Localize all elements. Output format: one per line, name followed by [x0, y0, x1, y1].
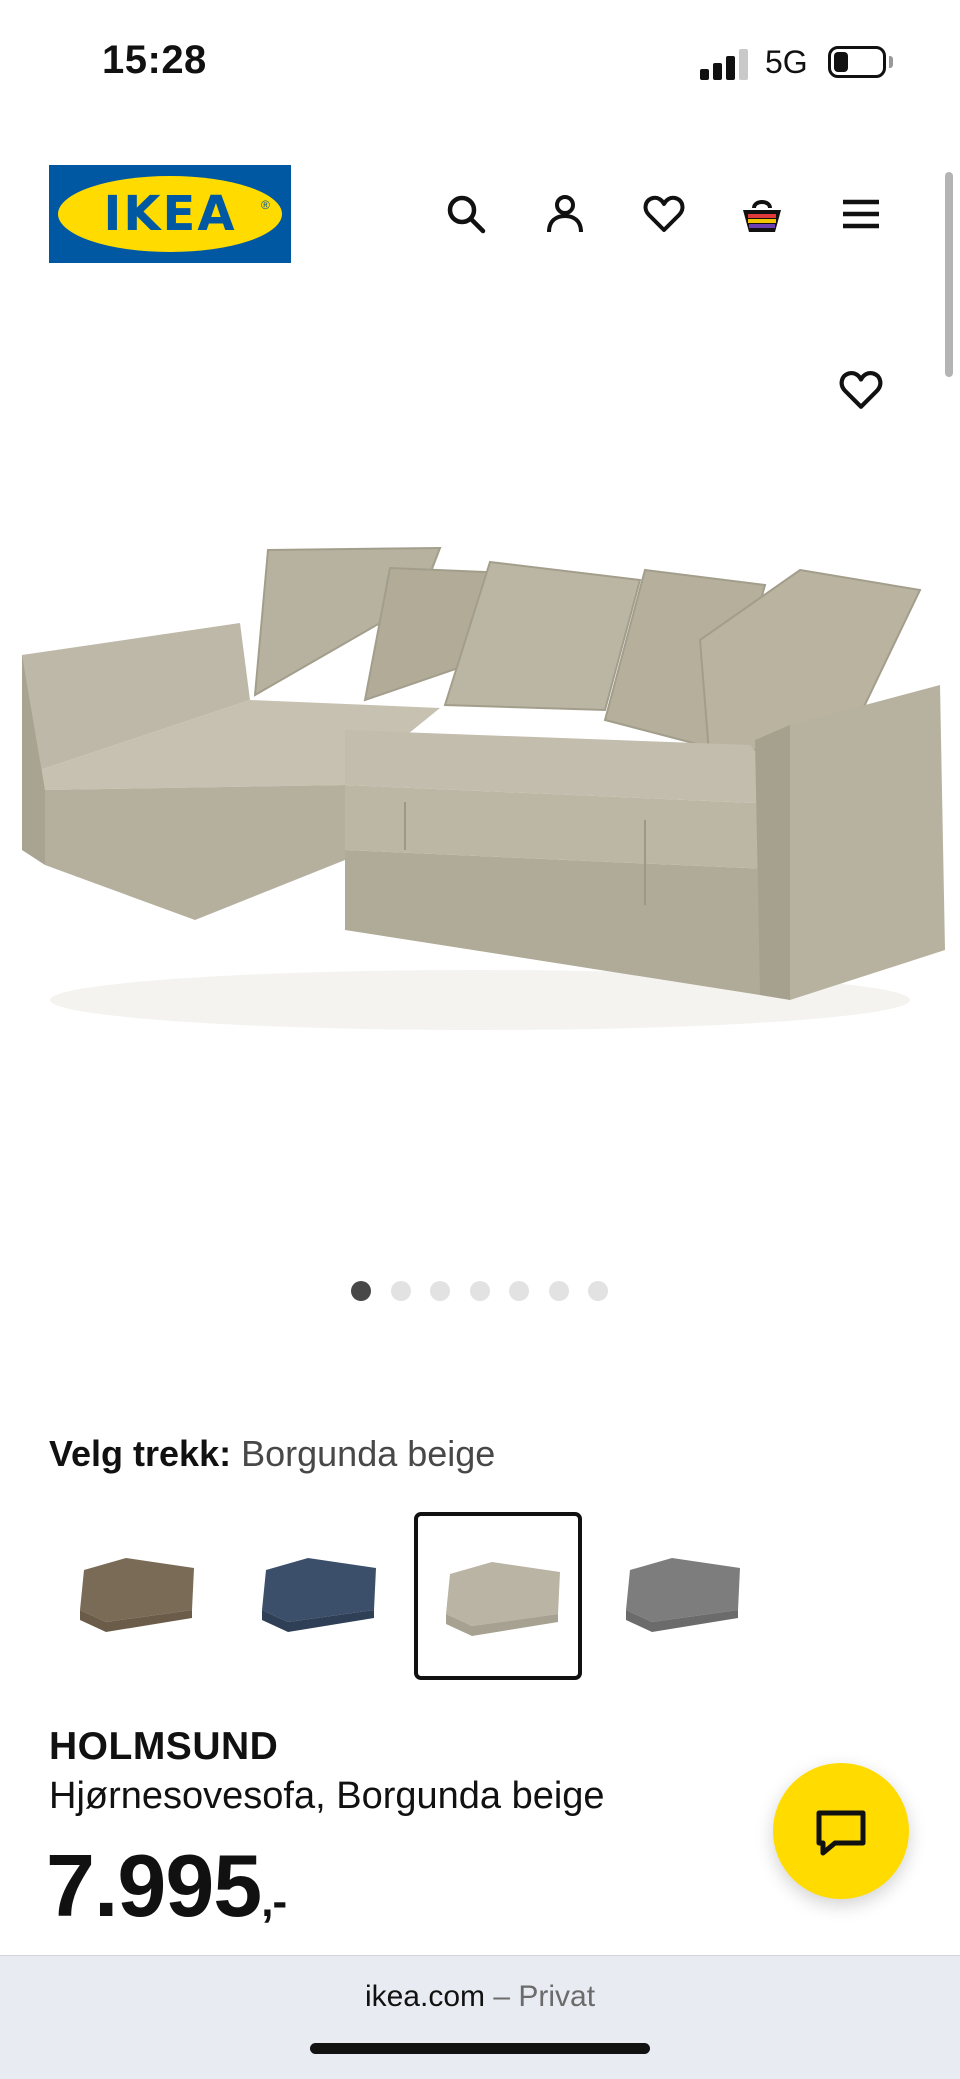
product-price: 7.995,-	[46, 1835, 287, 1937]
page-scrollbar[interactable]	[945, 172, 953, 377]
signal-icon	[700, 48, 752, 80]
gallery-dot[interactable]	[509, 1281, 529, 1301]
gallery-dot[interactable]	[549, 1281, 569, 1301]
menu-icon[interactable]	[839, 192, 883, 236]
price-value: 7.995	[46, 1836, 262, 1935]
gallery-dot[interactable]	[470, 1281, 490, 1301]
cover-option-blue[interactable]	[234, 1512, 402, 1680]
browsing-mode: Privat	[518, 1980, 596, 2013]
cover-option-beige[interactable]	[414, 1512, 582, 1680]
shopping-bag-icon[interactable]	[740, 192, 784, 236]
gallery-dot[interactable]	[391, 1281, 411, 1301]
url-domain: ikea.com	[364, 1980, 485, 2013]
account-icon[interactable]	[543, 192, 587, 236]
cover-option-grey[interactable]	[598, 1512, 766, 1680]
price-suffix: ,-	[261, 1877, 287, 1926]
logo-registered-mark: ®	[261, 198, 270, 212]
status-time: 15:28	[102, 38, 207, 82]
network-type: 5G	[765, 44, 808, 80]
chat-button[interactable]	[773, 1763, 909, 1899]
url-separator: –	[485, 1980, 519, 2013]
cover-label-key: Velg trekk:	[49, 1433, 232, 1474]
product-description: Hjørnesovesofa, Borgunda beige	[49, 1775, 605, 1817]
search-icon[interactable]	[444, 192, 488, 236]
browser-address-bar[interactable]	[0, 1955, 960, 2079]
product-image-sofa[interactable]	[0, 520, 960, 1120]
chat-icon	[816, 1810, 866, 1856]
gallery-dot[interactable]	[430, 1281, 450, 1301]
add-to-favourites-icon[interactable]	[838, 367, 884, 413]
battery-icon	[828, 46, 886, 78]
status-bar: 15:28 5G	[0, 0, 960, 120]
product-name: HOLMSUND	[49, 1725, 279, 1768]
gallery-dot[interactable]	[351, 1281, 371, 1301]
cover-selector-label: Velg trekk: Borgunda beige	[49, 1433, 495, 1475]
gallery-dot[interactable]	[588, 1281, 608, 1301]
browser-url[interactable]: ikea.com – Privat	[0, 1980, 960, 2014]
battery-tip	[889, 56, 893, 68]
cover-option-brown[interactable]	[52, 1512, 220, 1680]
logo-text: IKEA	[103, 186, 237, 242]
home-indicator[interactable]	[310, 2043, 650, 2054]
cover-label-value: Borgunda beige	[241, 1433, 496, 1474]
ikea-logo[interactable]: IKEA ®	[49, 165, 291, 263]
heart-icon[interactable]	[642, 192, 686, 236]
